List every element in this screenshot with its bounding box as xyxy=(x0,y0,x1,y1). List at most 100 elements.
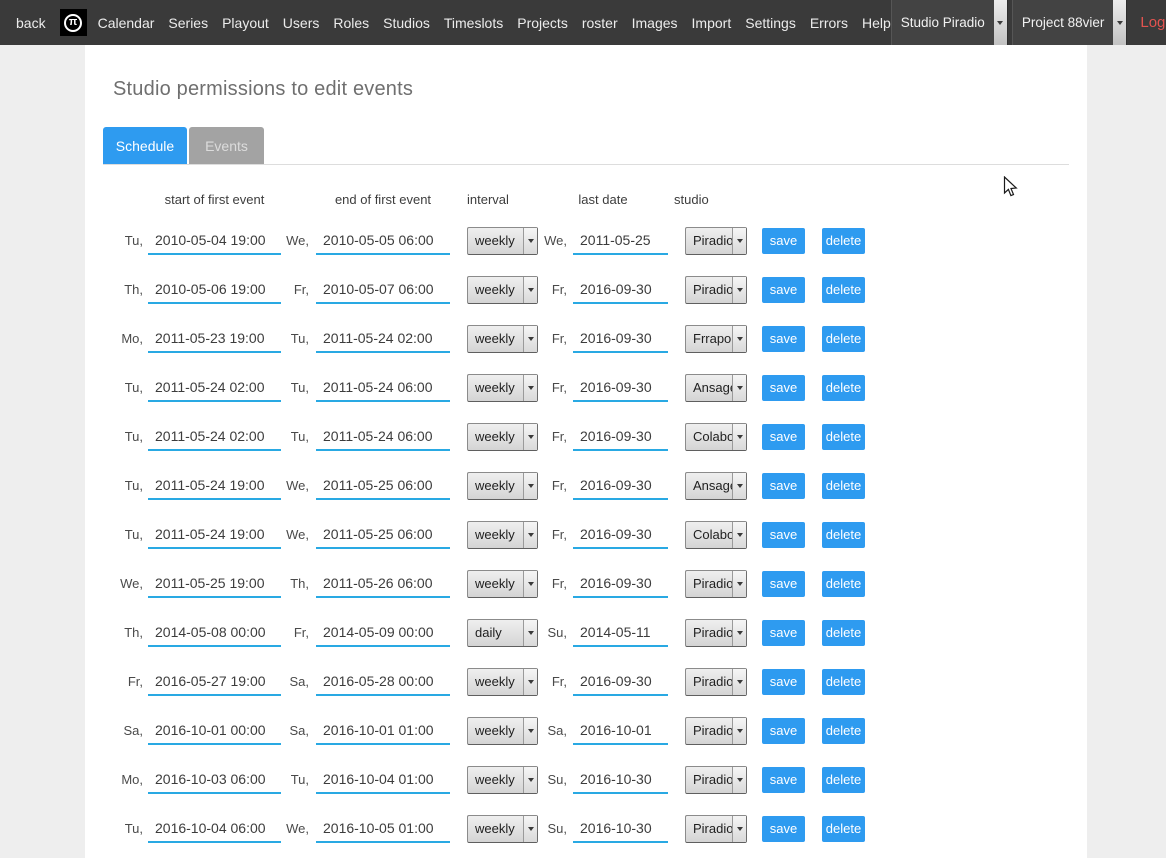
tab-schedule[interactable]: Schedule xyxy=(103,127,187,164)
last-date-input[interactable] xyxy=(573,814,668,843)
save-button[interactable]: save xyxy=(762,228,805,254)
studio-select[interactable]: Colabo xyxy=(685,423,747,451)
nav-item-errors[interactable]: Errors xyxy=(810,15,848,31)
interval-select[interactable]: weekly xyxy=(467,423,538,451)
nav-item-settings[interactable]: Settings xyxy=(745,15,796,31)
delete-button[interactable]: delete xyxy=(822,620,865,646)
nav-item-help[interactable]: Help xyxy=(862,15,891,31)
nav-item-studios[interactable]: Studios xyxy=(383,15,430,31)
delete-button[interactable]: delete xyxy=(822,718,865,744)
studio-select[interactable]: Ansage xyxy=(685,374,747,402)
nav-item-images[interactable]: Images xyxy=(632,15,678,31)
nav-item-calendar[interactable]: Calendar xyxy=(98,15,155,31)
last-date-input[interactable] xyxy=(573,471,668,500)
tab-events[interactable]: Events xyxy=(189,127,264,164)
studio-select[interactable]: Piradio xyxy=(685,815,747,843)
last-date-input[interactable] xyxy=(573,324,668,353)
save-button[interactable]: save xyxy=(762,718,805,744)
delete-button[interactable]: delete xyxy=(822,522,865,548)
save-button[interactable]: save xyxy=(762,473,805,499)
start-datetime-input[interactable] xyxy=(148,814,281,843)
back-link[interactable]: back xyxy=(16,15,46,31)
studio-select[interactable]: Piradio xyxy=(685,227,747,255)
save-button[interactable]: save xyxy=(762,571,805,597)
studio-select[interactable]: Piradio xyxy=(685,619,747,647)
interval-select[interactable]: daily xyxy=(467,619,538,647)
last-date-input[interactable] xyxy=(573,275,668,304)
end-datetime-input[interactable] xyxy=(316,373,450,402)
save-button[interactable]: save xyxy=(762,375,805,401)
end-datetime-input[interactable] xyxy=(316,765,450,794)
start-datetime-input[interactable] xyxy=(148,422,281,451)
delete-button[interactable]: delete xyxy=(822,473,865,499)
interval-select[interactable]: weekly xyxy=(467,815,538,843)
last-date-input[interactable] xyxy=(573,373,668,402)
last-date-input[interactable] xyxy=(573,569,668,598)
save-button[interactable]: save xyxy=(762,277,805,303)
delete-button[interactable]: delete xyxy=(822,326,865,352)
studio-select[interactable]: Piradio xyxy=(685,717,747,745)
start-datetime-input[interactable] xyxy=(148,226,281,255)
start-datetime-input[interactable] xyxy=(148,520,281,549)
nav-item-roles[interactable]: Roles xyxy=(333,15,369,31)
start-datetime-input[interactable] xyxy=(148,667,281,696)
navbar-studio-select[interactable]: Studio Piradio xyxy=(891,0,1008,45)
end-datetime-input[interactable] xyxy=(316,324,450,353)
nav-item-roster[interactable]: roster xyxy=(582,15,618,31)
end-datetime-input[interactable] xyxy=(316,520,450,549)
studio-select[interactable]: Piradio xyxy=(685,276,747,304)
save-button[interactable]: save xyxy=(762,816,805,842)
interval-select[interactable]: weekly xyxy=(467,374,538,402)
save-button[interactable]: save xyxy=(762,522,805,548)
piradio-logo-icon[interactable]: π xyxy=(60,9,87,36)
interval-select[interactable]: weekly xyxy=(467,668,538,696)
studio-select[interactable]: Piradio xyxy=(685,570,747,598)
last-date-input[interactable] xyxy=(573,716,668,745)
end-datetime-input[interactable] xyxy=(316,716,450,745)
interval-select[interactable]: weekly xyxy=(467,325,538,353)
interval-select[interactable]: weekly xyxy=(467,276,538,304)
start-datetime-input[interactable] xyxy=(148,373,281,402)
start-datetime-input[interactable] xyxy=(148,618,281,647)
delete-button[interactable]: delete xyxy=(822,277,865,303)
last-date-input[interactable] xyxy=(573,422,668,451)
studio-select[interactable]: Piradio xyxy=(685,668,747,696)
end-datetime-input[interactable] xyxy=(316,471,450,500)
end-datetime-input[interactable] xyxy=(316,422,450,451)
start-datetime-input[interactable] xyxy=(148,471,281,500)
end-datetime-input[interactable] xyxy=(316,618,450,647)
delete-button[interactable]: delete xyxy=(822,375,865,401)
logout-link[interactable]: Logout xyxy=(1140,14,1166,31)
interval-select[interactable]: weekly xyxy=(467,717,538,745)
interval-select[interactable]: weekly xyxy=(467,521,538,549)
nav-item-import[interactable]: Import xyxy=(692,15,732,31)
studio-select[interactable]: Frrapo xyxy=(685,325,747,353)
nav-item-users[interactable]: Users xyxy=(283,15,320,31)
save-button[interactable]: save xyxy=(762,669,805,695)
studio-select[interactable]: Piradio xyxy=(685,766,747,794)
save-button[interactable]: save xyxy=(762,326,805,352)
end-datetime-input[interactable] xyxy=(316,667,450,696)
save-button[interactable]: save xyxy=(762,620,805,646)
save-button[interactable]: save xyxy=(762,424,805,450)
interval-select[interactable]: weekly xyxy=(467,472,538,500)
delete-button[interactable]: delete xyxy=(822,424,865,450)
interval-select[interactable]: weekly xyxy=(467,570,538,598)
studio-select[interactable]: Colabo xyxy=(685,521,747,549)
last-date-input[interactable] xyxy=(573,618,668,647)
last-date-input[interactable] xyxy=(573,667,668,696)
nav-item-series[interactable]: Series xyxy=(168,15,208,31)
interval-select[interactable]: weekly xyxy=(467,227,538,255)
start-datetime-input[interactable] xyxy=(148,569,281,598)
last-date-input[interactable] xyxy=(573,520,668,549)
nav-item-timeslots[interactable]: Timeslots xyxy=(444,15,503,31)
end-datetime-input[interactable] xyxy=(316,569,450,598)
delete-button[interactable]: delete xyxy=(822,571,865,597)
nav-item-playout[interactable]: Playout xyxy=(222,15,269,31)
start-datetime-input[interactable] xyxy=(148,716,281,745)
navbar-project-select[interactable]: Project 88vier xyxy=(1012,0,1128,45)
save-button[interactable]: save xyxy=(762,767,805,793)
interval-select[interactable]: weekly xyxy=(467,766,538,794)
studio-select[interactable]: Ansage xyxy=(685,472,747,500)
start-datetime-input[interactable] xyxy=(148,324,281,353)
